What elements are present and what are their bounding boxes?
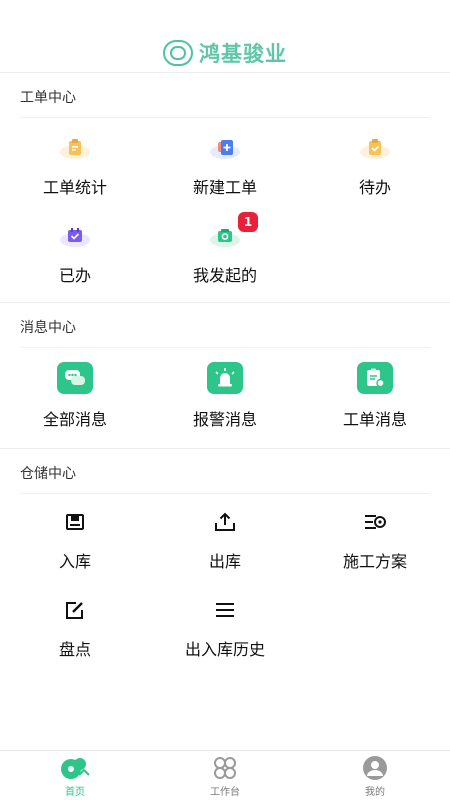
construction-plan-label: 施工方案 — [342, 552, 407, 571]
chat-bubbles-icon — [57, 362, 93, 394]
outbound-button[interactable]: 出库 — [150, 494, 300, 582]
new-work-order-button[interactable]: 新建工单 — [150, 118, 300, 206]
pending-icon — [358, 134, 392, 162]
logo-mark-icon — [163, 40, 193, 66]
tab-profile[interactable]: 我的 — [300, 751, 450, 800]
done-button[interactable]: 已办 — [0, 206, 150, 294]
initiated-icon: 1 — [208, 212, 258, 250]
initiated-by-me-button[interactable]: 1 我发起的 — [150, 206, 300, 294]
notification-badge: 1 — [238, 212, 258, 232]
inventory-check-label: 盘点 — [58, 640, 91, 659]
outbound-label: 出库 — [208, 552, 241, 571]
tab-workbench-label: 工作台 — [210, 787, 240, 798]
tab-workbench[interactable]: 工作台 — [150, 751, 300, 800]
inbound-icon — [58, 508, 92, 536]
pending-label: 待办 — [358, 178, 391, 197]
all-messages-label: 全部消息 — [42, 410, 107, 429]
done-icon — [58, 222, 92, 250]
alarm-messages-label: 报警消息 — [192, 410, 257, 429]
construction-plan-button[interactable]: 施工方案 — [300, 494, 450, 582]
brand-logo: 鸿基骏业 — [163, 38, 287, 68]
inbound-label: 入库 — [58, 552, 91, 571]
storage-grid: 入库 出库 施工方案 盘点 出入库历史 — [0, 494, 450, 670]
home-icon — [61, 758, 90, 779]
work-order-stats-label: 工单统计 — [42, 178, 107, 197]
work-order-grid: 工单统计 新建工单 待办 已办 1 我发起的 — [0, 118, 450, 294]
work-order-messages-button[interactable]: 工单消息 — [300, 348, 450, 448]
work-order-section: 工单中心 工单统计 新建工单 待办 已办 1 我发起的 — [0, 72, 450, 294]
all-messages-button[interactable]: 全部消息 — [0, 348, 150, 448]
tab-home-label: 首页 — [65, 787, 85, 798]
tab-profile-label: 我的 — [365, 787, 385, 798]
history-list-icon — [208, 596, 242, 624]
section-title-work-order: 工单中心 — [20, 90, 76, 106]
plan-icon — [358, 508, 392, 536]
initiated-by-me-label: 我发起的 — [192, 266, 257, 285]
app-header: 鸿基骏业 — [0, 0, 450, 72]
new-order-icon — [208, 134, 242, 162]
outbound-icon — [208, 508, 242, 536]
new-work-order-label: 新建工单 — [192, 178, 257, 197]
alarm-light-icon — [207, 362, 243, 394]
inout-history-label: 出入库历史 — [184, 640, 265, 659]
message-grid: 全部消息 报警消息 工单消息 — [0, 348, 450, 448]
brand-name: 鸿基骏业 — [199, 42, 287, 66]
pending-button[interactable]: 待办 — [300, 118, 450, 206]
clipboard-stats-icon — [58, 134, 92, 162]
section-title-messages: 消息中心 — [20, 320, 76, 336]
profile-icon — [363, 756, 387, 780]
tab-home[interactable]: 首页 — [0, 751, 150, 800]
clipboard-message-icon — [357, 362, 393, 394]
workbench-icon — [214, 757, 236, 779]
work-order-messages-label: 工单消息 — [342, 410, 407, 429]
message-section: 消息中心 全部消息 报警消息 工单消息 — [0, 302, 450, 448]
section-title-storage: 仓储中心 — [20, 466, 76, 482]
work-order-stats-button[interactable]: 工单统计 — [0, 118, 150, 206]
inout-history-button[interactable]: 出入库历史 — [150, 582, 300, 670]
inbound-button[interactable]: 入库 — [0, 494, 150, 582]
alarm-messages-button[interactable]: 报警消息 — [150, 348, 300, 448]
storage-section: 仓储中心 入库 出库 施工方案 盘点 出入库历史 — [0, 448, 450, 670]
done-label: 已办 — [58, 266, 91, 285]
inventory-check-button[interactable]: 盘点 — [0, 582, 150, 670]
inventory-check-icon — [58, 596, 92, 624]
bottom-tab-bar: 首页 工作台 我的 — [0, 750, 450, 800]
